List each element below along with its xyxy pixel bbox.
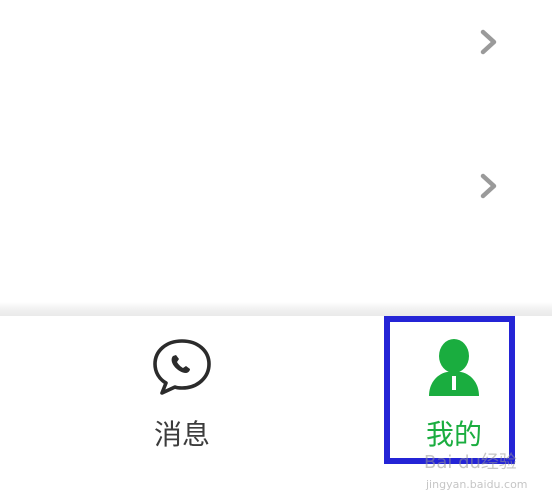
list-item[interactable]	[0, 0, 552, 102]
tab-messages-label: 消息	[153, 418, 210, 451]
user-profile-icon	[429, 339, 479, 396]
list-item[interactable]	[0, 126, 552, 246]
tab-me[interactable]: 我的	[384, 316, 524, 466]
page: 消息 我的 Bai du经验 jingyan.baidu.com	[0, 0, 552, 504]
tab-messages[interactable]: 消息	[112, 316, 252, 466]
section-divider	[0, 302, 552, 316]
watermark: Bai du经验 jingyan.baidu.com	[424, 452, 542, 496]
chat-bubble-icon	[153, 339, 211, 395]
settings-list	[0, 0, 552, 302]
watermark-sub: jingyan.baidu.com	[426, 478, 528, 491]
chevron-right-icon	[480, 173, 497, 199]
tab-me-label: 我的	[425, 418, 482, 451]
watermark-main: Bai du经验	[424, 452, 517, 473]
chevron-right-icon	[480, 29, 497, 55]
